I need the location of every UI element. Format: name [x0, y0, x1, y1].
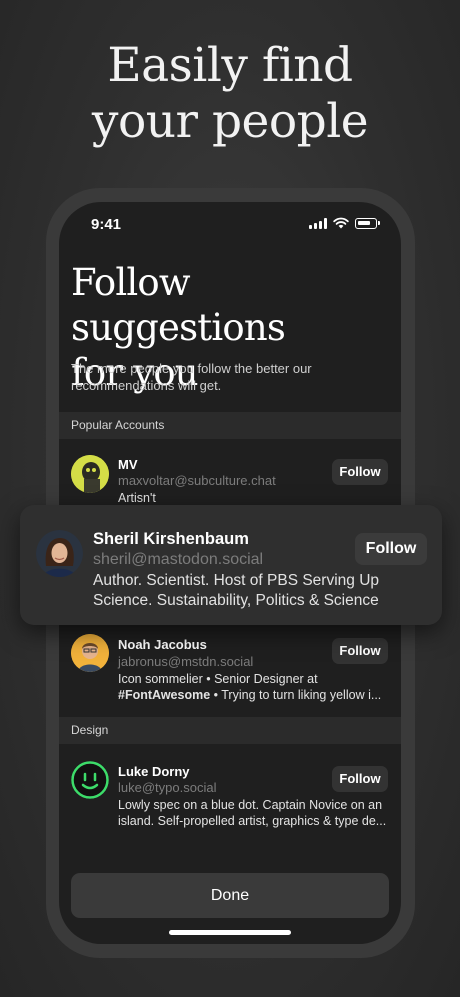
- section-header-popular: Popular Accounts: [59, 412, 401, 439]
- avatar-sheril-kirshenbaum: [36, 530, 83, 577]
- status-bar: 9:41: [59, 202, 401, 248]
- done-button[interactable]: Done: [71, 873, 389, 918]
- avatar-noah-jacobus: [71, 634, 109, 672]
- avatar-luke-dorny: [71, 761, 109, 799]
- hero-line-1: Easily find: [107, 38, 353, 93]
- cellular-signal-icon: [309, 217, 327, 229]
- hero-heading: Easily find your people: [0, 38, 460, 150]
- hero-line-2: your people: [91, 94, 369, 149]
- account-bio: Icon sommelier • Senior Designer at #Fon…: [118, 671, 390, 703]
- account-bio: Lowly spec on a blue dot. Captain Novice…: [118, 798, 387, 828]
- account-name: MV: [118, 457, 138, 472]
- account-name: Sheril Kirshenbaum: [93, 530, 249, 548]
- account-bio-text: Icon sommelier • Senior Designer at: [118, 672, 318, 686]
- follow-button[interactable]: Follow: [355, 533, 427, 565]
- account-bio: Artisn't: [118, 491, 156, 505]
- page-subtitle: The more people you follow the better ou…: [71, 361, 312, 393]
- follow-button[interactable]: Follow: [332, 638, 388, 664]
- wifi-icon: [333, 217, 349, 229]
- account-handle: jabronus@mstdn.social: [118, 654, 254, 669]
- follow-button[interactable]: Follow: [332, 766, 388, 792]
- account-name: Luke Dorny: [118, 764, 190, 779]
- status-icons: [309, 217, 380, 229]
- list-item-noah-jacobus[interactable]: Noah Jacobus jabronus@mstdn.social Icon …: [59, 622, 401, 720]
- status-time: 9:41: [91, 216, 122, 233]
- avatar-mv: [71, 455, 109, 493]
- list-item-mv[interactable]: MV maxvoltar@subculture.chat Artisn't Fo…: [59, 439, 401, 509]
- hashtag-link[interactable]: #FontAwesome: [118, 688, 210, 702]
- account-handle: sheril@mastodon.social: [93, 551, 264, 568]
- highlighted-suggestion-card[interactable]: Sheril Kirshenbaum sheril@mastodon.socia…: [20, 505, 442, 625]
- account-handle: maxvoltar@subculture.chat: [118, 473, 276, 488]
- account-handle: luke@typo.social: [118, 780, 217, 795]
- account-bio-text: • Trying to turn liking yellow i...: [210, 688, 382, 702]
- follow-button[interactable]: Follow: [332, 459, 388, 485]
- home-indicator: [169, 930, 291, 935]
- account-name: Noah Jacobus: [118, 637, 207, 652]
- battery-icon: [355, 217, 380, 229]
- account-bio: Author. Scientist. Host of PBS Serving U…: [93, 572, 380, 609]
- list-item-luke-dorny[interactable]: Luke Dorny luke@typo.social Lowly spec o…: [59, 744, 401, 844]
- page-title-line-1: Follow suggestions: [71, 261, 286, 349]
- section-header-design: Design: [59, 717, 401, 744]
